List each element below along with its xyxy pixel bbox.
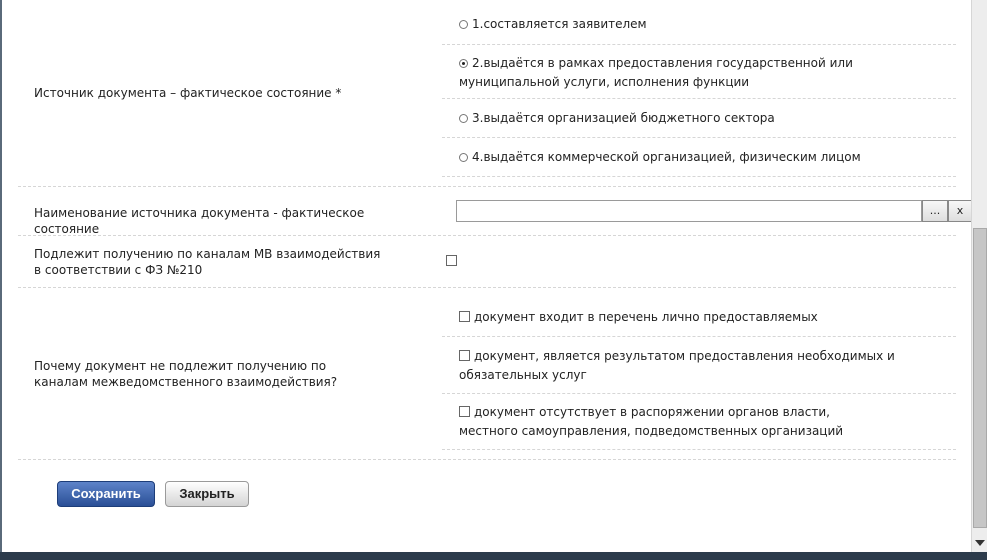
reason-option-2-label: документ, является результатом предостав… bbox=[459, 349, 895, 382]
divider bbox=[442, 98, 956, 99]
radio-icon[interactable] bbox=[459, 153, 468, 162]
source-field-label: Источник документа – фактическое состоян… bbox=[34, 86, 342, 100]
window-bottom-edge bbox=[0, 552, 987, 560]
reason-option-3-label: документ отсутствует в распоряжении орга… bbox=[459, 405, 844, 438]
source-option-4-label: 4.выдаётся коммерческой организацией, фи… bbox=[472, 150, 861, 164]
source-option-1-label: 1.составляется заявителем bbox=[472, 17, 647, 31]
checkbox-icon[interactable] bbox=[459, 406, 470, 417]
dialog-window: 1.составляется заявителем 2.выдаётся в р… bbox=[0, 0, 987, 560]
source-option-3[interactable]: 3.выдаётся организацией бюджетного секто… bbox=[459, 109, 959, 128]
row-divider bbox=[18, 235, 956, 236]
scrollbar-thumb[interactable] bbox=[973, 228, 987, 528]
scroll-down-arrow-icon[interactable] bbox=[975, 540, 985, 546]
checkbox-icon[interactable] bbox=[459, 350, 470, 361]
close-button[interactable]: Закрыть bbox=[165, 481, 249, 507]
divider bbox=[442, 449, 956, 450]
divider bbox=[442, 176, 956, 177]
form-content: 1.составляется заявителем 2.выдаётся в р… bbox=[18, 0, 972, 552]
divider bbox=[442, 137, 956, 138]
checkbox-icon[interactable] bbox=[459, 311, 470, 322]
source-option-1[interactable]: 1.составляется заявителем bbox=[459, 15, 959, 34]
reason-option-2[interactable]: документ, является результатом предостав… bbox=[459, 347, 959, 385]
radio-icon[interactable] bbox=[459, 114, 468, 123]
interaction-checkbox[interactable] bbox=[446, 255, 457, 266]
row-divider bbox=[18, 459, 956, 460]
divider bbox=[442, 393, 956, 394]
source-name-input[interactable] bbox=[456, 200, 922, 222]
source-option-2[interactable]: 2.выдаётся в рамках предоставления госуд… bbox=[459, 54, 949, 92]
reason-option-1-label: документ входит в перечень лично предост… bbox=[474, 310, 818, 324]
row-divider bbox=[18, 287, 956, 288]
save-button[interactable]: Сохранить bbox=[57, 481, 155, 507]
radio-icon[interactable] bbox=[459, 20, 468, 29]
reason-option-1[interactable]: документ входит в перечень лично предост… bbox=[459, 308, 959, 327]
reason-option-3[interactable]: документ отсутствует в распоряжении орга… bbox=[459, 403, 879, 441]
source-name-label: Наименование источника документа - факти… bbox=[34, 206, 365, 236]
vertical-scrollbar[interactable] bbox=[971, 0, 987, 552]
row-divider bbox=[18, 186, 956, 187]
source-option-2-label: 2.выдаётся в рамках предоставления госуд… bbox=[459, 56, 853, 89]
divider bbox=[442, 336, 956, 337]
interaction-label: Подлежит получению по каналам МВ взаимод… bbox=[34, 247, 381, 277]
reason-field-label: Почему документ не подлежит получению по… bbox=[34, 359, 338, 389]
radio-checked-icon[interactable] bbox=[459, 59, 468, 68]
source-option-4[interactable]: 4.выдаётся коммерческой организацией, фи… bbox=[459, 148, 959, 167]
source-option-3-label: 3.выдаётся организацией бюджетного секто… bbox=[472, 111, 775, 125]
clear-button[interactable]: x bbox=[948, 200, 972, 222]
browse-button[interactable]: ... bbox=[922, 200, 948, 222]
divider bbox=[442, 44, 956, 45]
